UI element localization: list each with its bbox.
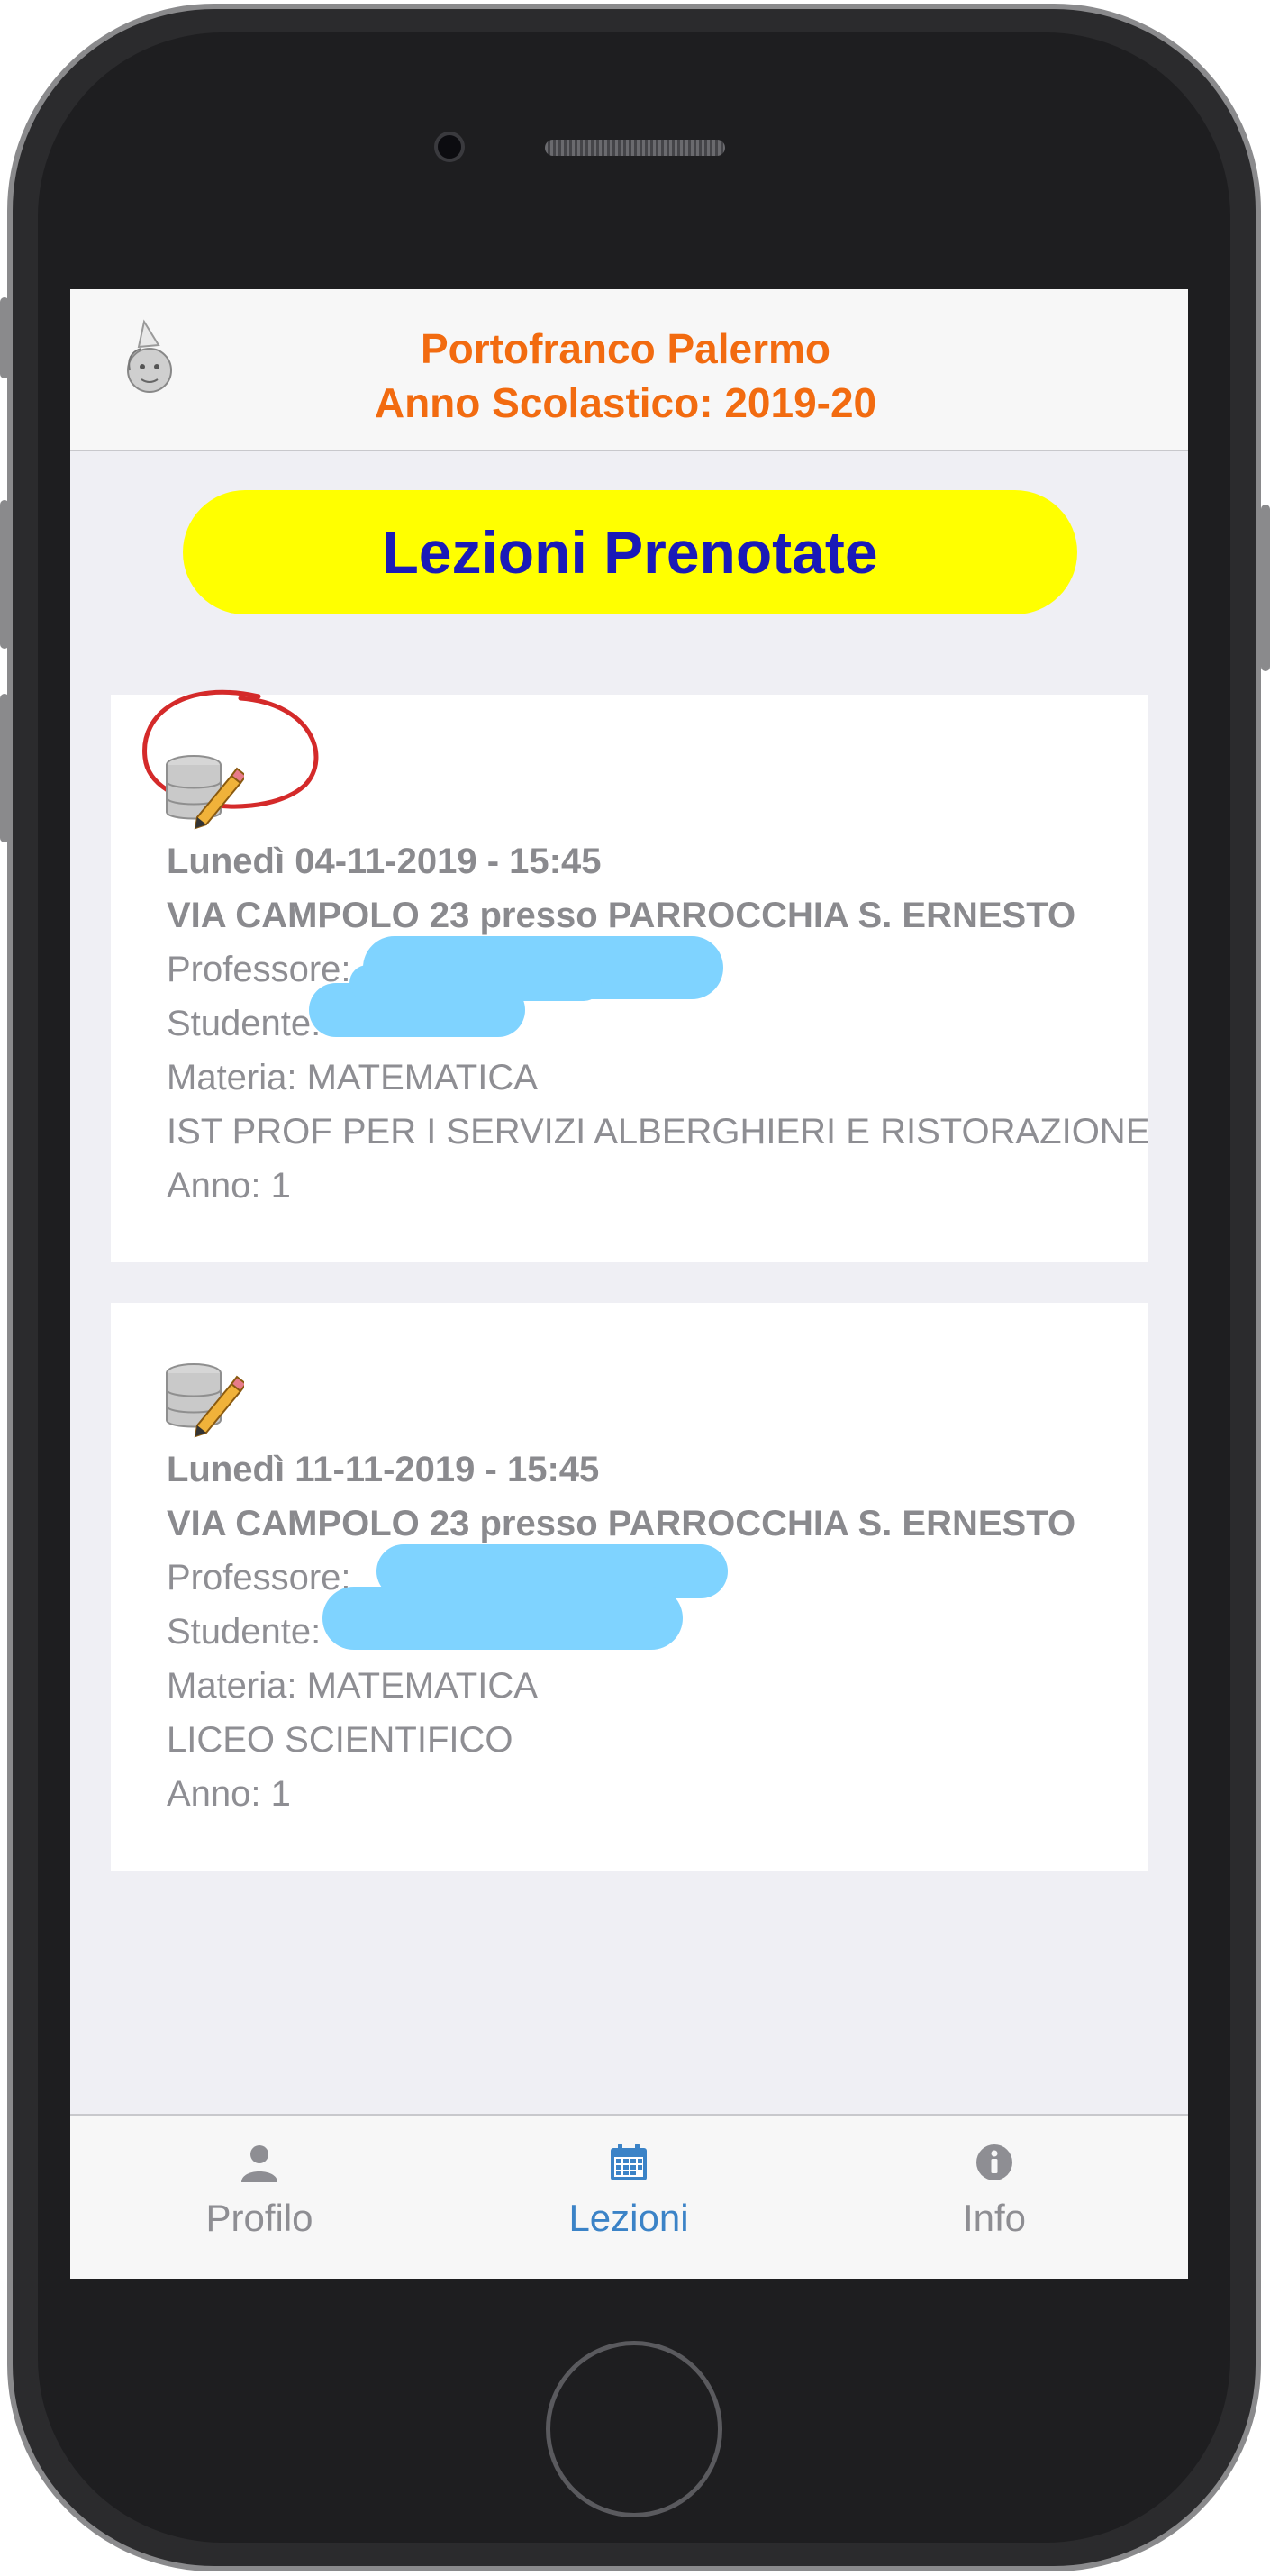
lesson-anno: Anno: 1 [167,1774,291,1814]
page-title: Lezioni Prenotate [183,490,1077,614]
app-title-line2: Anno Scolastico: 2019-20 [374,379,877,426]
app-title-line1: Portofranco Palermo [421,325,830,372]
tab-bar: Profilo Lezioni Info [70,2114,1188,2279]
phone-side-button [0,694,9,842]
lesson-materia: Materia: MATEMATICA [167,1058,538,1097]
lesson-datetime: Lunedì 04-11-2019 - 15:45 [167,842,602,881]
phone-side-button [0,297,9,378]
tab-profilo[interactable]: Profilo [124,2116,395,2279]
lesson-location: VIA CAMPOLO 23 presso PARROCCHIA S. ERNE… [167,1504,1076,1543]
lesson-card[interactable]: Lunedì 04-11-2019 - 15:45 VIA CAMPOLO 23… [111,689,1150,1262]
redaction-mark [322,1587,683,1650]
user-icon [241,2145,277,2182]
app-screen: Portofranco Palermo Anno Scolastico: 201… [70,289,1188,2279]
info-icon [976,2144,1012,2180]
edit-database-icon[interactable] [161,749,244,832]
edit-database-icon[interactable] [161,1357,244,1440]
lesson-materia: Materia: MATEMATICA [167,1666,538,1706]
tab-label: Lezioni [568,2197,689,2239]
lesson-datetime: Lunedì 11-11-2019 - 15:45 [167,1450,600,1489]
lesson-anno: Anno: 1 [167,1166,291,1206]
lesson-location: VIA CAMPOLO 23 presso PARROCCHIA S. ERNE… [167,896,1076,935]
tab-label: Profilo [205,2197,313,2239]
tab-label: Info [962,2197,1027,2239]
calendar-icon [611,2144,647,2180]
tab-lezioni[interactable]: Lezioni [494,2116,764,2279]
lesson-scuola: IST PROF PER I SERVIZI ALBERGHIERI E RIS… [167,1112,1150,1151]
front-camera [434,132,465,162]
redaction-mark [349,965,602,1001]
phone-side-button [0,500,9,649]
app-title: Portofranco Palermo Anno Scolastico: 201… [70,322,1188,430]
app-header: Portofranco Palermo Anno Scolastico: 201… [70,289,1188,451]
phone-side-button [1261,505,1270,671]
tab-info[interactable]: Info [859,2116,1129,2279]
earpiece-speaker [545,140,725,156]
home-button[interactable] [546,2341,722,2517]
lesson-scuola: LICEO SCIENTIFICO [167,1720,513,1760]
lesson-card[interactable]: Lunedì 11-11-2019 - 15:45 VIA CAMPOLO 23… [111,1303,1148,1871]
